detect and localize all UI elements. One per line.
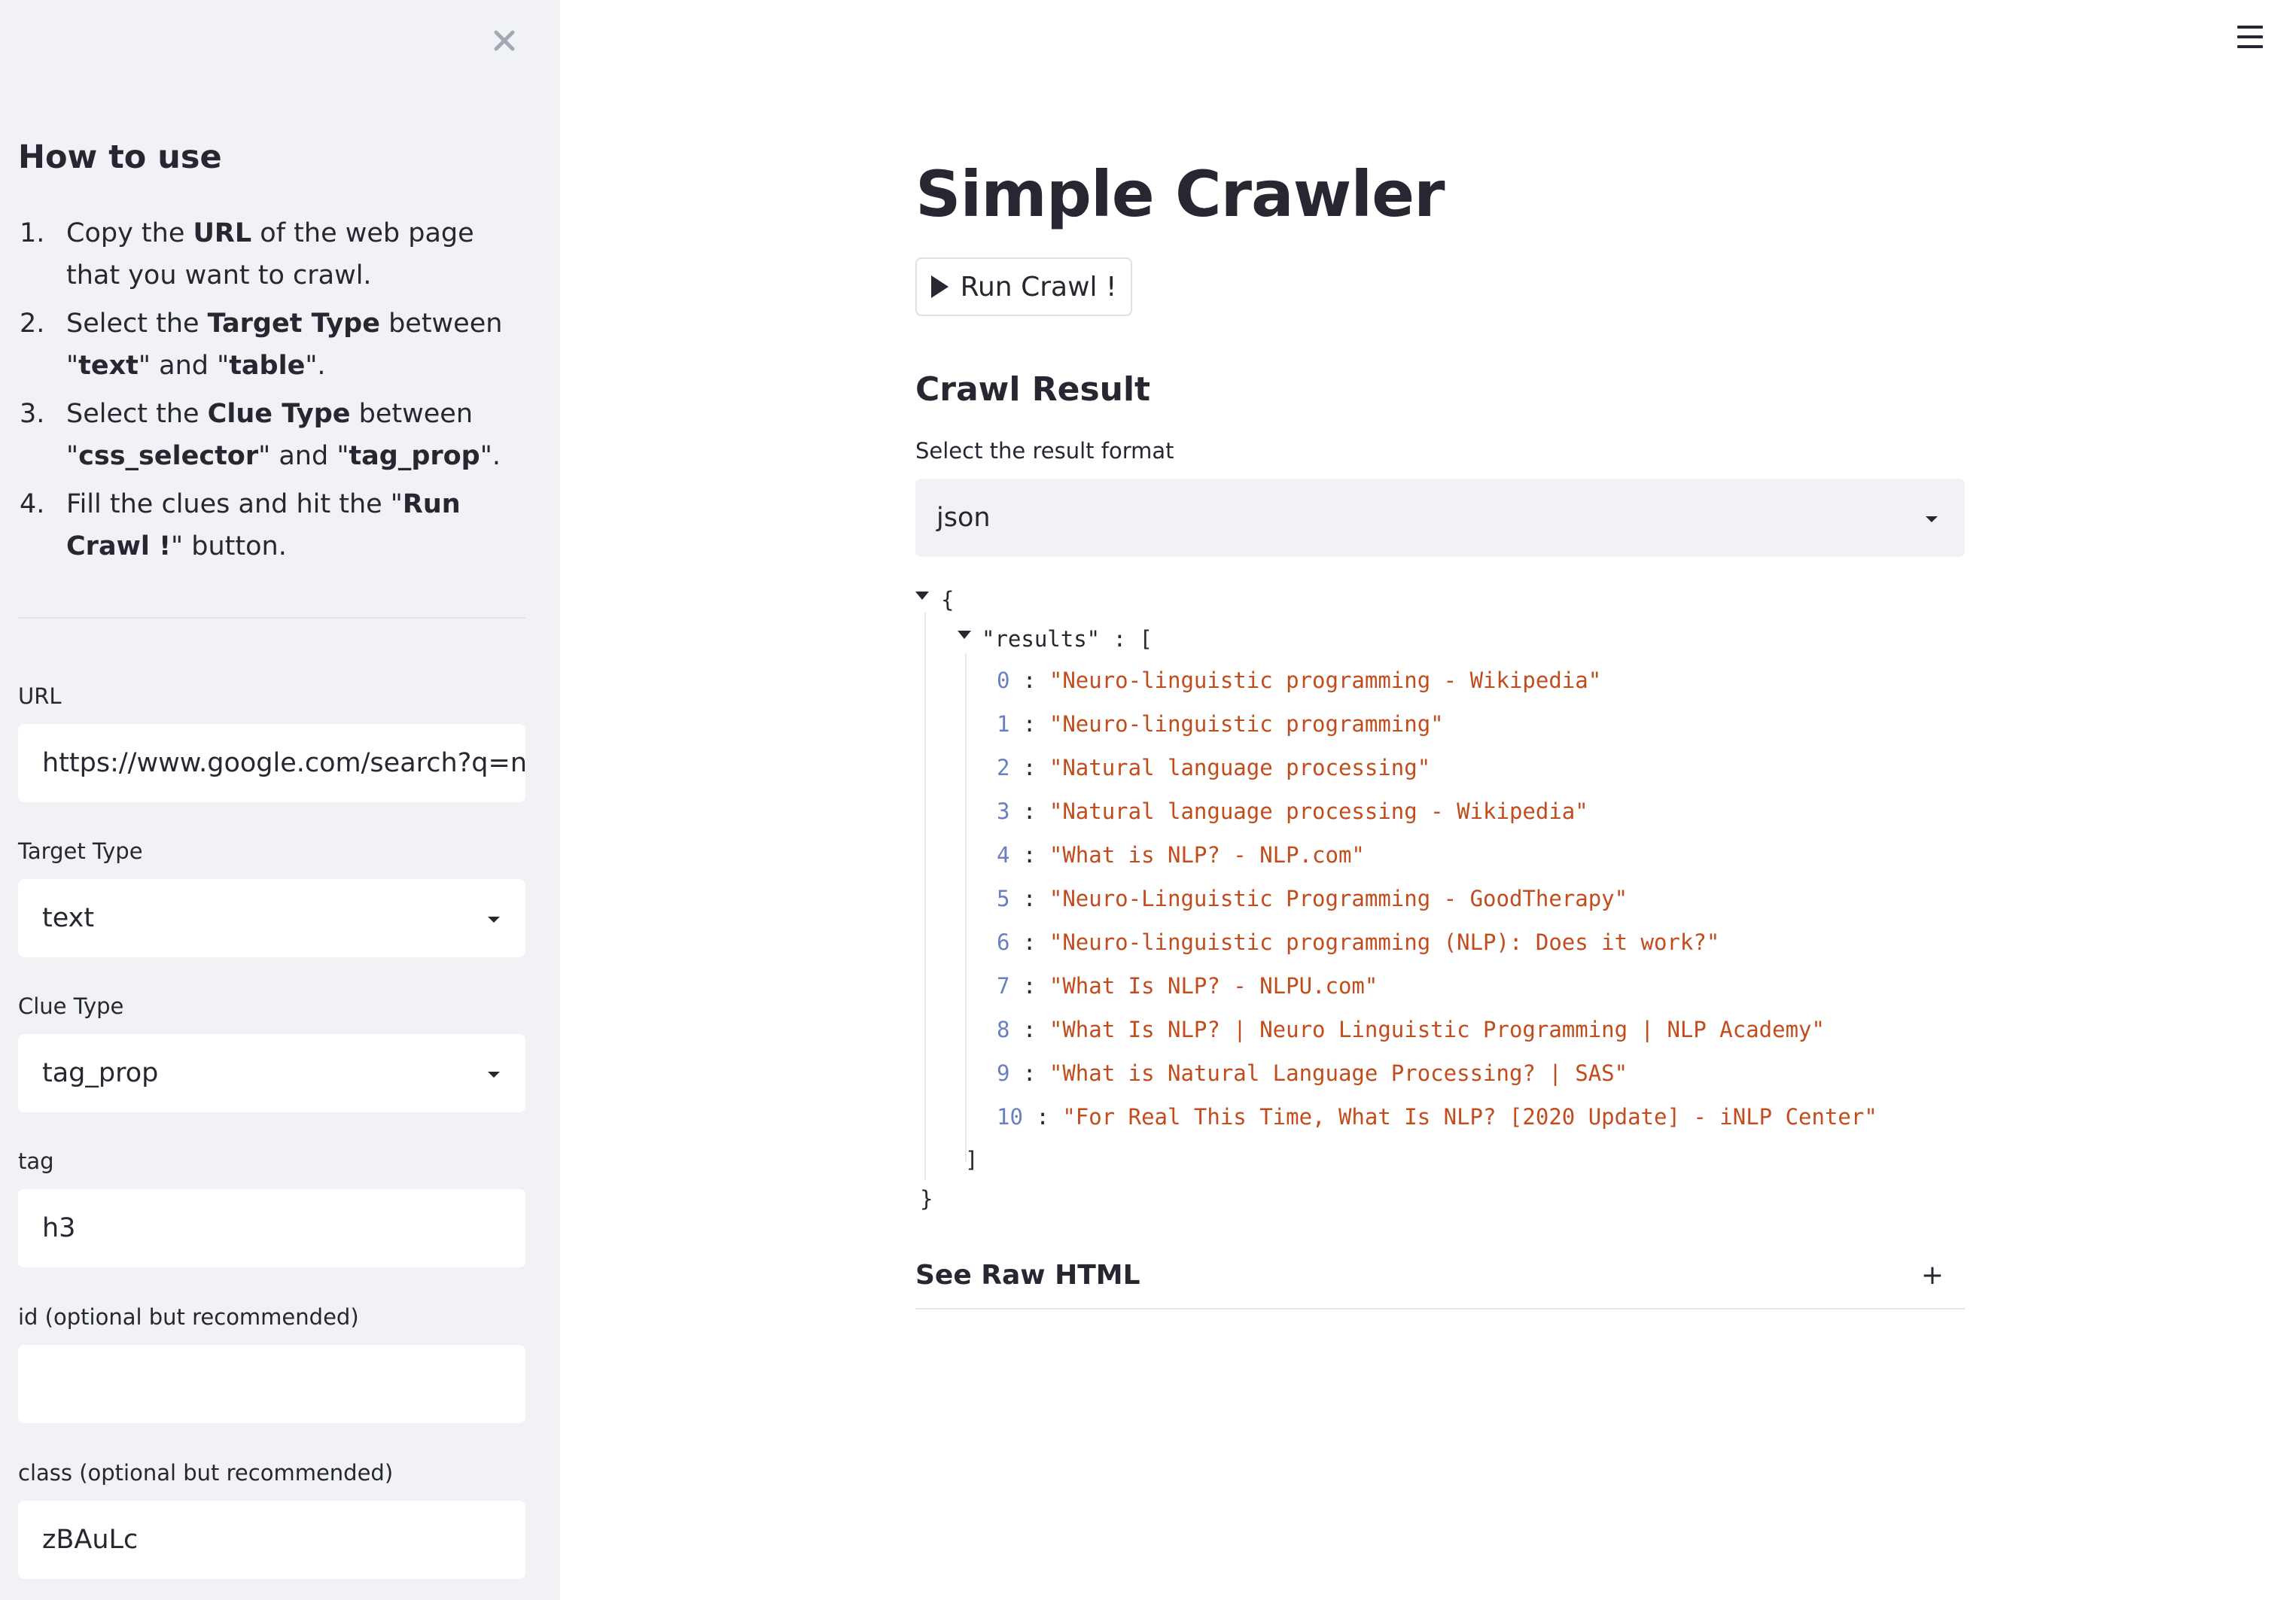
json-index: 4 bbox=[997, 842, 1010, 868]
json-separator: : bbox=[1009, 755, 1049, 780]
class-input[interactable]: zBAuLc bbox=[18, 1501, 525, 1579]
json-result-row: 3 : "Natural language processing - Wikip… bbox=[997, 801, 1588, 823]
instruction-step: 3. Select the Clue Type between "css_sel… bbox=[20, 399, 501, 471]
format-select[interactable]: json bbox=[915, 479, 1965, 557]
id-label: id (optional but recommended) bbox=[18, 1304, 359, 1330]
json-separator: : bbox=[1009, 929, 1049, 955]
instruction-step: 2. Select the Target Type between "text"… bbox=[20, 309, 503, 381]
json-separator: : bbox=[1022, 1104, 1063, 1130]
json-indent-guide bbox=[924, 613, 926, 1180]
json-result-row: 8 : "What Is NLP? | Neuro Linguistic Pro… bbox=[997, 1019, 1825, 1041]
json-index: 6 bbox=[997, 929, 1010, 955]
sidebar-divider bbox=[18, 617, 525, 619]
json-open-brace: { bbox=[941, 587, 955, 613]
json-string-value: "What Is NLP? | Neuro Linguistic Program… bbox=[1049, 1017, 1825, 1042]
json-separator: : bbox=[1009, 842, 1049, 868]
json-index: 7 bbox=[997, 973, 1010, 999]
target-type-label: Target Type bbox=[18, 838, 143, 864]
clue-type-value: tag_prop bbox=[42, 1058, 159, 1088]
chevron-down-icon bbox=[488, 917, 500, 923]
clue-type-select[interactable]: tag_prop bbox=[18, 1034, 525, 1112]
json-separator: : bbox=[1009, 1017, 1049, 1042]
json-string-value: "Neuro-linguistic programming" bbox=[1049, 711, 1444, 737]
instruction-step: 4. Fill the clues and hit the "Run Crawl… bbox=[20, 489, 461, 561]
json-string-value: "What is NLP? - NLP.com" bbox=[1049, 842, 1365, 868]
how-to-use-heading: How to use bbox=[18, 138, 222, 176]
json-index: 8 bbox=[997, 1017, 1010, 1042]
json-string-value: "Neuro-linguistic programming - Wikipedi… bbox=[1049, 668, 1602, 693]
json-result-row: 5 : "Neuro-Linguistic Programming - Good… bbox=[997, 888, 1628, 910]
json-string-value: "What Is NLP? - NLPU.com" bbox=[1049, 973, 1378, 999]
json-string-value: "Neuro-Linguistic Programming - GoodTher… bbox=[1049, 886, 1628, 911]
close-sidebar-button[interactable] bbox=[485, 21, 524, 60]
json-result-row: 1 : "Neuro-linguistic programming" bbox=[997, 713, 1444, 735]
target-type-value: text bbox=[42, 903, 95, 933]
json-index: 0 bbox=[997, 668, 1010, 693]
json-string-value: "Natural language processing" bbox=[1049, 755, 1431, 780]
sidebar: How to use 1. Copy the URL of the web pa… bbox=[0, 0, 560, 1600]
json-index: 2 bbox=[997, 755, 1010, 780]
json-string-value: "For Real This Time, What Is NLP? [2020 … bbox=[1062, 1104, 1877, 1130]
crawl-result-heading: Crawl Result bbox=[915, 370, 1151, 409]
instruction-step: 1. Copy the URL of the web page that you… bbox=[20, 218, 474, 290]
json-result-row: 6 : "Neuro-linguistic programming (NLP):… bbox=[997, 932, 1719, 954]
json-separator: : bbox=[1009, 668, 1049, 693]
json-index: 10 bbox=[997, 1104, 1023, 1130]
class-label: class (optional but recommended) bbox=[18, 1460, 394, 1486]
json-string-value: "Neuro-linguistic programming (NLP): Doe… bbox=[1049, 929, 1720, 955]
json-result-row: 0 : "Neuro-linguistic programming - Wiki… bbox=[997, 670, 1601, 692]
id-input[interactable] bbox=[18, 1345, 525, 1423]
json-close-brace: } bbox=[920, 1186, 933, 1212]
json-result-row: 2 : "Natural language processing" bbox=[997, 757, 1430, 779]
json-result-row: 9 : "What is Natural Language Processing… bbox=[997, 1063, 1628, 1084]
collapse-toggle-icon[interactable] bbox=[915, 592, 929, 600]
json-viewer: { "results" : [ 0 : "Neuro-linguistic pr… bbox=[915, 587, 1965, 1219]
json-separator: : bbox=[1009, 711, 1049, 737]
json-result-row: 7 : "What Is NLP? - NLPU.com" bbox=[997, 975, 1378, 997]
instructions-list: 1. Copy the URL of the web page that you… bbox=[18, 212, 530, 573]
collapse-toggle-icon[interactable] bbox=[958, 631, 971, 639]
format-label: Select the result format bbox=[915, 438, 1174, 464]
json-result-row: 4 : "What is NLP? - NLP.com" bbox=[997, 844, 1365, 866]
json-results-key: "results" : [ bbox=[982, 626, 1153, 652]
json-string-value: "Natural language processing - Wikipedia… bbox=[1049, 798, 1588, 824]
run-crawl-button[interactable]: Run Crawl ! bbox=[915, 257, 1132, 316]
json-index: 5 bbox=[997, 886, 1010, 911]
json-indent-guide bbox=[965, 653, 967, 1162]
see-raw-html-expander[interactable]: See Raw HTML + bbox=[915, 1246, 1965, 1310]
json-index: 9 bbox=[997, 1060, 1010, 1086]
json-string-value: "What is Natural Language Processing? | … bbox=[1049, 1060, 1628, 1086]
json-result-row: 10 : "For Real This Time, What Is NLP? [… bbox=[997, 1106, 1877, 1128]
url-label: URL bbox=[18, 683, 62, 709]
plus-icon: + bbox=[1920, 1260, 1944, 1291]
close-icon bbox=[494, 30, 515, 51]
json-separator: : bbox=[1009, 1060, 1049, 1086]
target-type-select[interactable]: text bbox=[18, 879, 525, 957]
play-icon bbox=[930, 275, 949, 298]
json-separator: : bbox=[1009, 886, 1049, 911]
tag-label: tag bbox=[18, 1148, 54, 1174]
clue-type-label: Clue Type bbox=[18, 993, 124, 1019]
json-separator: : bbox=[1009, 973, 1049, 999]
url-input[interactable]: https://www.google.com/search?q=nlp bbox=[18, 724, 525, 802]
tag-input[interactable]: h3 bbox=[18, 1189, 525, 1267]
run-crawl-label: Run Crawl ! bbox=[960, 271, 1117, 303]
page-title: Simple Crawler bbox=[915, 157, 1445, 231]
json-index: 1 bbox=[997, 711, 1010, 737]
hamburger-menu-icon[interactable] bbox=[2236, 23, 2266, 53]
json-separator: : bbox=[1009, 798, 1049, 824]
expander-label: See Raw HTML bbox=[915, 1260, 1140, 1291]
format-value: json bbox=[936, 503, 991, 533]
json-close-bracket: ] bbox=[965, 1147, 979, 1173]
json-index: 3 bbox=[997, 798, 1010, 824]
chevron-down-icon bbox=[1926, 516, 1938, 522]
chevron-down-icon bbox=[488, 1072, 500, 1078]
